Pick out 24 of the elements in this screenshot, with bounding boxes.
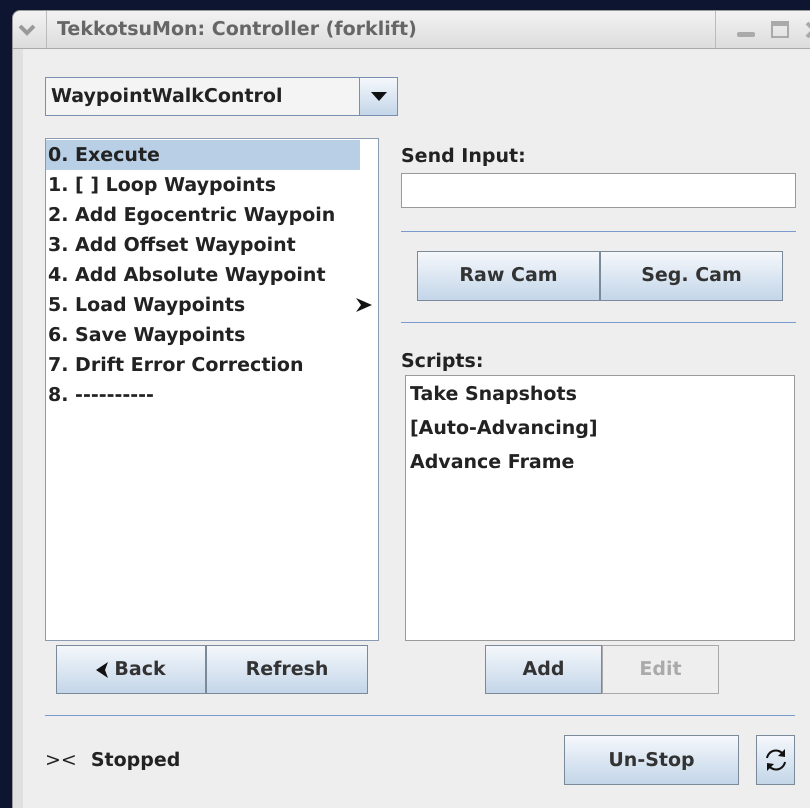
back-button[interactable]: Back (56, 645, 206, 694)
menu-item[interactable]: 3. Add Offset Waypoint (46, 230, 378, 260)
camera-button[interactable]: Seg. Cam (600, 250, 783, 300)
add-button[interactable]: Add (485, 645, 602, 694)
menu-item[interactable]: 8. ---------- (46, 380, 378, 410)
refresh-button[interactable]: Refresh (206, 645, 368, 694)
script-item[interactable]: Take Snapshots (406, 380, 794, 414)
status-text: Stopped (90, 748, 180, 773)
script-item[interactable]: Advance Frame (406, 448, 794, 482)
menu-item[interactable]: 1. [ ] Loop Waypoints (46, 170, 378, 200)
menu-item[interactable]: 7. Drift Error Correction (46, 350, 378, 380)
send-input-label: Send Input: (401, 144, 527, 169)
script-item[interactable]: [Auto-Advancing] (406, 414, 794, 448)
menu-item[interactable]: 4. Add Absolute Waypoint (46, 260, 378, 290)
camera-button[interactable]: Raw Cam (417, 250, 600, 300)
menu-item[interactable]: 2. Add Egocentric Waypoin (46, 200, 378, 230)
menu-item[interactable]: 0. Execute (46, 140, 360, 170)
un-stop-button[interactable]: Un-Stop (564, 735, 739, 785)
menu-item[interactable]: 5. Load Waypoints (46, 290, 378, 320)
window-title: TekkotsuMon: Controller (forklift) (57, 17, 417, 42)
menu-item[interactable]: 6. Save Waypoints (46, 320, 378, 350)
controller-dropdown[interactable]: WaypointWalkControl (45, 77, 398, 116)
status-symbol: >< (45, 748, 77, 773)
scripts-label: Scripts: (401, 348, 484, 374)
